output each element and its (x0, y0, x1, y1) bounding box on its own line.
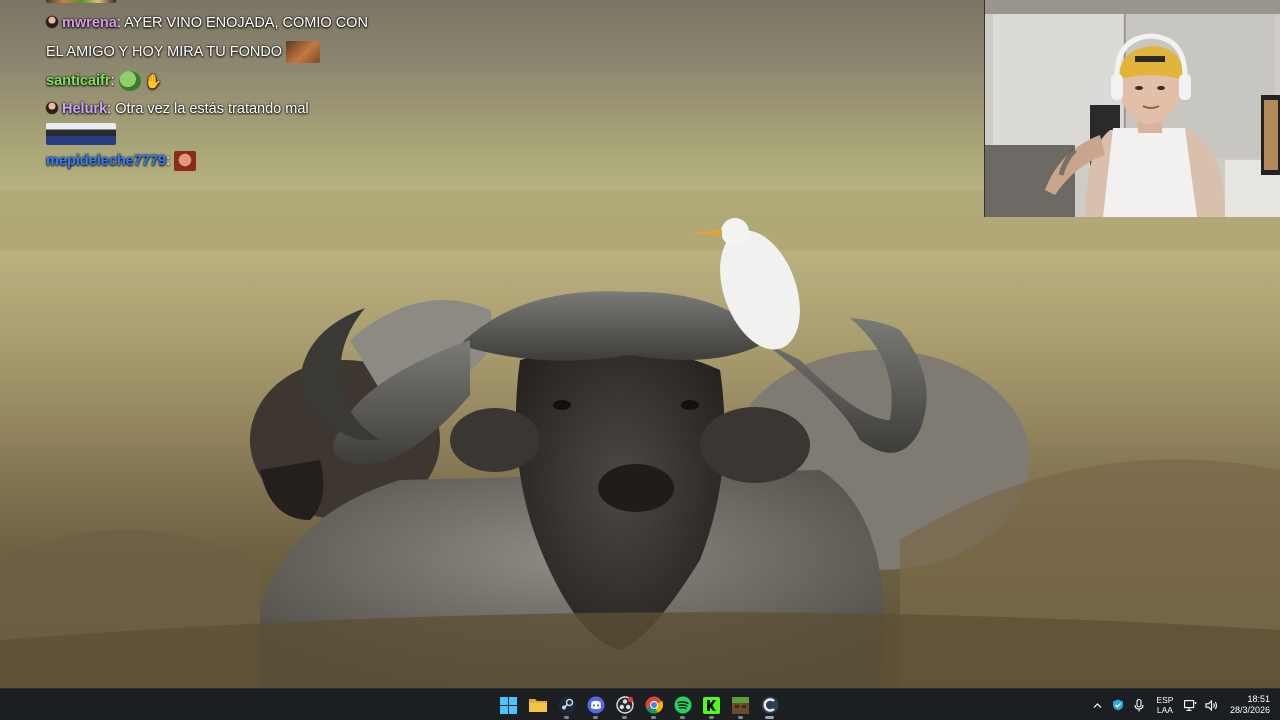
chat-message: mwrena: AYER VINO ENOJADA, COMIO CON (46, 12, 386, 35)
kick-icon (703, 696, 720, 714)
chevron-up-icon (1093, 702, 1102, 708)
discord-button[interactable] (581, 689, 610, 720)
microphone-icon (1134, 698, 1145, 711)
stream-chat-overlay: mwrena: AYER VINO ENOJADA, COMIO CON EL … (46, 0, 386, 172)
language-code: ESP (1156, 695, 1174, 705)
clock-date: 28/3/2026 (1229, 705, 1270, 715)
discord-icon (587, 696, 604, 714)
game-launcher-icon (761, 696, 778, 714)
obs-button[interactable] (610, 689, 639, 720)
chat-username: mwrena (62, 15, 117, 31)
chat-colon: : (107, 101, 116, 117)
chat-message: santicaifr: ✋ (46, 70, 386, 93)
webcam-overlay (984, 0, 1280, 217)
speaker-icon (1205, 699, 1217, 711)
clock-button[interactable]: 18:51 28/3/2026 (1222, 694, 1280, 716)
chat-colon: : (110, 73, 119, 89)
obs-icon (615, 696, 634, 714)
chat-line-cut-off (46, 0, 386, 4)
chat-colon: : (116, 15, 125, 31)
spotify-icon (674, 696, 691, 714)
game-launcher-button[interactable] (755, 689, 784, 720)
spotify-button[interactable] (668, 689, 697, 720)
file-explorer-button[interactable] (523, 689, 552, 720)
system-tray: ESP LAA 18:51 28/3/2026 (1087, 689, 1280, 720)
keyboard-layout-code: LAA (1156, 705, 1173, 715)
chat-username: Helurk (62, 101, 108, 117)
frog-emote-icon (118, 71, 141, 92)
chat-colon: : (166, 153, 175, 169)
emote-icon (46, 123, 116, 146)
chat-text: EL AMIGO Y HOY MIRA TU FONDO (46, 44, 283, 60)
emote-icon (174, 151, 197, 172)
start-button[interactable] (494, 689, 523, 720)
chat-username: mepideleche7779 (46, 153, 167, 169)
chat-message-continued (46, 123, 386, 146)
chat-message-continued: EL AMIGO Y HOY MIRA TU FONDO (46, 41, 386, 64)
security-tray-button[interactable] (1108, 689, 1129, 720)
steam-icon (558, 696, 575, 714)
monitor-network-icon (1184, 699, 1197, 711)
windows-taskbar: ESP LAA 18:51 28/3/2026 (0, 688, 1280, 720)
minecraft-button[interactable] (726, 689, 755, 720)
steam-button[interactable] (552, 689, 581, 720)
taskbar-pinned-apps (494, 689, 784, 720)
microphone-tray-button[interactable] (1129, 689, 1150, 720)
clock-time: 18:51 (1247, 694, 1270, 704)
minecraft-icon (732, 696, 749, 714)
shield-icon (1113, 699, 1124, 711)
user-badge-icon (46, 16, 58, 28)
hands-emote-icon: ✋ (144, 73, 163, 90)
chat-message: mepideleche7779: (46, 150, 386, 173)
emote-icon (286, 41, 321, 64)
chat-text: Otra vez la estás tratando mal (115, 101, 309, 117)
windows-start-icon (500, 696, 517, 714)
chat-text: AYER VINO ENOJADA, COMIO CON (124, 15, 368, 31)
volume-tray-button[interactable] (1201, 689, 1222, 720)
kick-button[interactable] (697, 689, 726, 720)
chat-username: santicaifr (46, 73, 111, 89)
chrome-icon (645, 696, 663, 714)
chat-message: Helurk: Otra vez la estás tratando mal (46, 98, 386, 121)
chrome-button[interactable] (639, 689, 668, 720)
webcam-feed-image (985, 0, 1280, 217)
file-explorer-icon (528, 699, 547, 712)
network-tray-button[interactable] (1180, 689, 1201, 720)
user-badge-icon (46, 102, 58, 114)
input-language-button[interactable]: ESP LAA (1150, 695, 1180, 715)
show-hidden-icons-button[interactable] (1087, 689, 1108, 720)
emote-icon (46, 0, 116, 4)
